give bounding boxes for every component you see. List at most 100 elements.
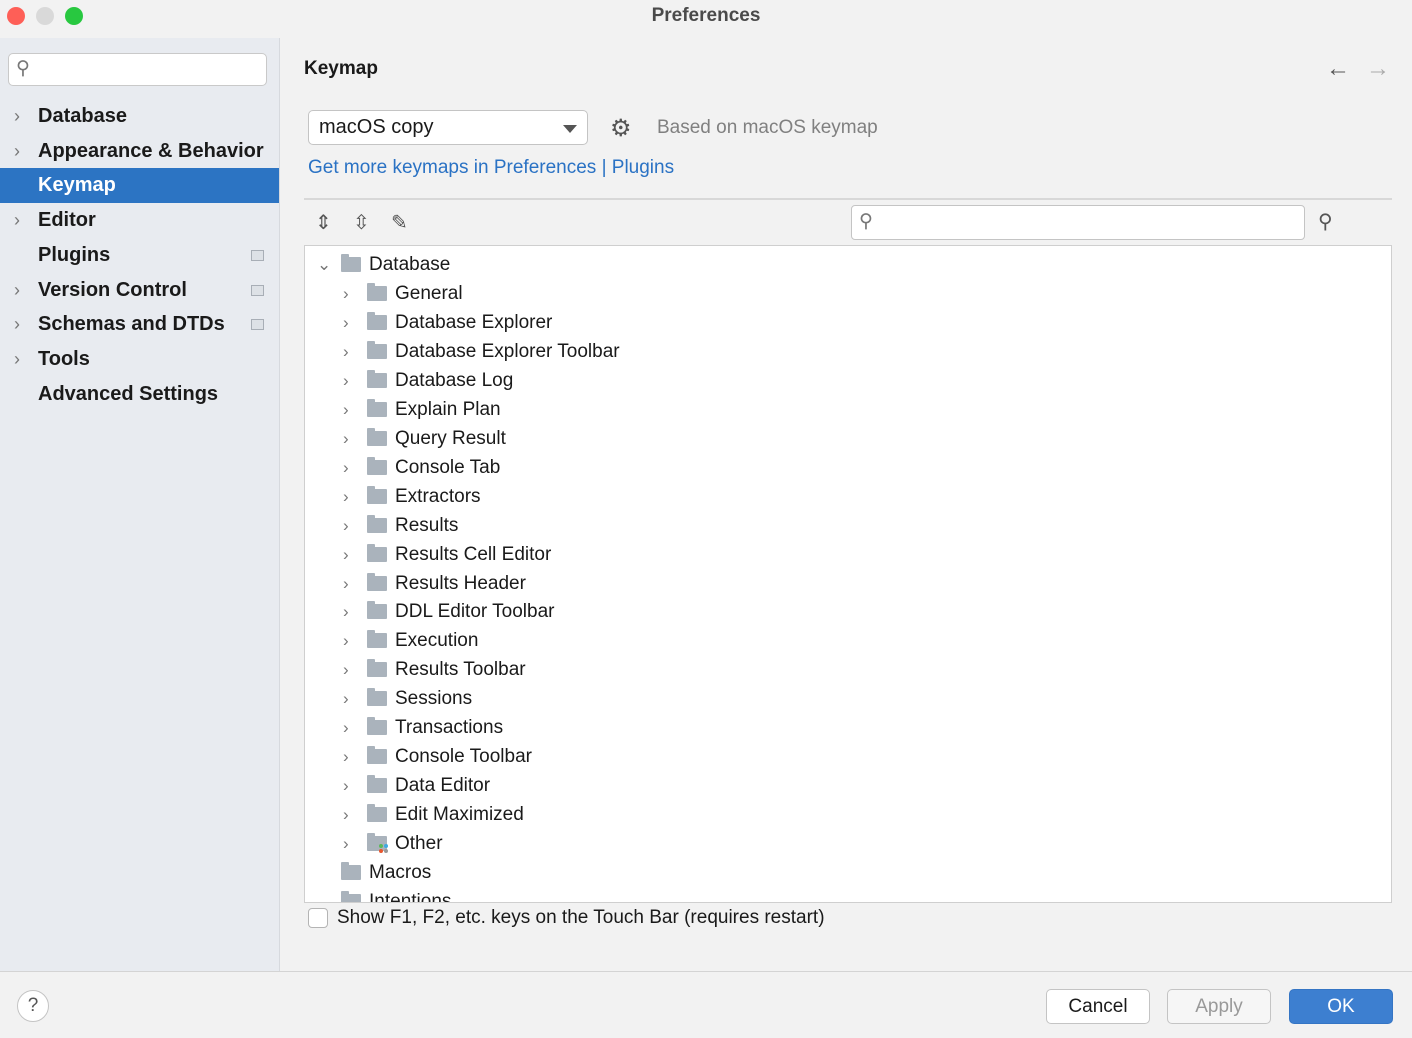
tree-node-label: Macros (369, 862, 432, 883)
tree-node-label: Query Result (395, 427, 506, 449)
gear-icon[interactable]: ⚙ (610, 114, 632, 143)
cancel-button[interactable]: Cancel (1046, 989, 1150, 1024)
chevron-right-icon[interactable]: › (343, 453, 349, 482)
sidebar-item-schemas-and-dtds[interactable]: › Schemas and DTDs (0, 307, 279, 342)
chevron-right-icon[interactable]: › (343, 800, 349, 829)
folder-icon (341, 890, 361, 902)
chevron-right-icon[interactable]: › (343, 684, 349, 713)
based-on-label: Based on macOS keymap (657, 117, 878, 138)
folder-icon (367, 283, 387, 301)
chevron-right-icon[interactable]: › (343, 395, 349, 424)
chevron-right-icon[interactable]: › (343, 597, 349, 626)
chevron-right-icon[interactable]: › (343, 482, 349, 511)
folder-icon (367, 717, 387, 736)
chevron-right-icon: › (14, 279, 20, 300)
sidebar-item-editor[interactable]: › Editor (0, 203, 279, 238)
chevron-right-icon[interactable]: › (343, 540, 349, 569)
chevron-right-icon[interactable]: › (343, 279, 349, 308)
folder-icon (367, 514, 387, 533)
tree-node-label: Database (369, 254, 451, 275)
folder-icon (341, 862, 361, 880)
edit-pencil-icon[interactable]: ✎ (391, 210, 408, 235)
project-level-icon (251, 284, 264, 296)
sidebar-item-label: Version Control (38, 278, 187, 301)
tree-node-label: Other (395, 833, 443, 855)
sidebar-item-label: Editor (38, 209, 96, 232)
chevron-right-icon[interactable]: › (343, 308, 349, 337)
tree-node-label: Intentions (369, 890, 452, 903)
tree-node-label: Sessions (395, 688, 473, 710)
window-title: Preferences (651, 5, 761, 26)
find-by-shortcut-icon[interactable]: ⚲ (1318, 209, 1333, 234)
forward-arrow-icon[interactable]: → (1366, 55, 1390, 83)
chevron-right-icon[interactable]: › (343, 424, 349, 453)
keymap-select[interactable]: macOS copy (308, 110, 588, 145)
more-keymaps-link[interactable]: Get more keymaps in Preferences | Plugin… (308, 157, 674, 179)
sidebar-item-keymap[interactable]: Keymap (0, 168, 279, 204)
divider (304, 198, 1392, 200)
tree-node-label: Database Explorer (395, 311, 553, 333)
tree-node-label: Console Toolbar (395, 746, 532, 768)
tree-node-label: Edit Maximized (395, 804, 524, 826)
tree-node-label: DDL Editor Toolbar (395, 601, 555, 623)
chevron-right-icon: › (14, 314, 20, 335)
tree-node-label: Extractors (395, 485, 481, 507)
chevron-down-icon (563, 125, 577, 133)
sidebar-item-tools[interactable]: › Tools (0, 342, 279, 377)
folder-icon (367, 398, 387, 417)
project-level-icon (251, 319, 264, 331)
folder-icon (367, 369, 387, 388)
chevron-right-icon[interactable]: › (343, 655, 349, 684)
sidebar-item-appearance-behavior[interactable]: › Appearance & Behavior (0, 134, 279, 169)
tree-node-label: Console Tab (395, 456, 501, 478)
back-arrow-icon[interactable]: ← (1326, 55, 1350, 83)
chevron-right-icon[interactable]: › (343, 511, 349, 540)
sidebar-item-database[interactable]: › Database (0, 99, 279, 134)
folder-icon (367, 688, 387, 707)
chevron-right-icon[interactable]: › (343, 829, 349, 858)
ok-button[interactable]: OK (1289, 989, 1393, 1024)
folder-icon (367, 340, 387, 359)
zoom-window-button[interactable] (65, 7, 83, 25)
expand-all-icon[interactable]: ⇕ (315, 210, 332, 235)
tree-node-label: Transactions (395, 717, 504, 739)
tree-node-label: Execution (395, 630, 479, 652)
minimize-window-button[interactable] (36, 7, 54, 25)
folder-icon (367, 833, 388, 854)
sidebar-search-input[interactable]: ⚲ (8, 53, 267, 86)
chevron-right-icon[interactable]: › (343, 771, 349, 800)
sidebar-item-label: Keymap (38, 174, 116, 197)
chevron-right-icon[interactable]: › (343, 569, 349, 598)
chevron-right-icon[interactable]: › (343, 366, 349, 395)
tree-node-label: Results Cell Editor (395, 543, 552, 565)
chevron-right-icon: › (14, 140, 20, 161)
tree-node-label: Database Log (395, 369, 514, 391)
folder-icon (367, 543, 387, 562)
folder-icon (367, 659, 387, 678)
keymap-tree[interactable]: ⌄ Database › General › Database Explorer › Data… (304, 245, 1392, 903)
sidebar-item-advanced-settings[interactable]: Advanced Settings (0, 377, 279, 412)
tree-node-label: General (395, 283, 463, 304)
help-button[interactable]: ? (17, 990, 49, 1022)
search-icon: ⚲ (16, 58, 30, 79)
collapse-all-icon[interactable]: ⇳ (353, 210, 370, 235)
chevron-right-icon[interactable]: › (343, 626, 349, 655)
sidebar-item-version-control[interactable]: › Version Control (0, 273, 279, 308)
sidebar-item-label: Schemas and DTDs (38, 313, 225, 336)
folder-icon (367, 572, 387, 591)
sidebar-item-plugins[interactable]: Plugins (0, 238, 279, 273)
search-icon: ⚲ (859, 211, 873, 232)
apply-button[interactable]: Apply (1167, 989, 1271, 1024)
keymap-select-value: macOS copy (319, 116, 434, 138)
chevron-right-icon[interactable]: › (343, 337, 349, 366)
chevron-right-icon[interactable]: › (343, 713, 349, 742)
folder-icon (341, 254, 361, 272)
divider (0, 971, 1412, 972)
title-bar: Preferences (0, 0, 1412, 38)
touchbar-checkbox-label: Show F1, F2, etc. keys on the Touch Bar … (337, 907, 825, 928)
close-window-button[interactable] (7, 7, 25, 25)
chevron-down-icon[interactable]: ⌄ (317, 250, 331, 279)
touchbar-checkbox[interactable] (308, 908, 328, 928)
action-search-input[interactable]: ⚲ (851, 205, 1305, 240)
chevron-right-icon[interactable]: › (343, 742, 349, 771)
